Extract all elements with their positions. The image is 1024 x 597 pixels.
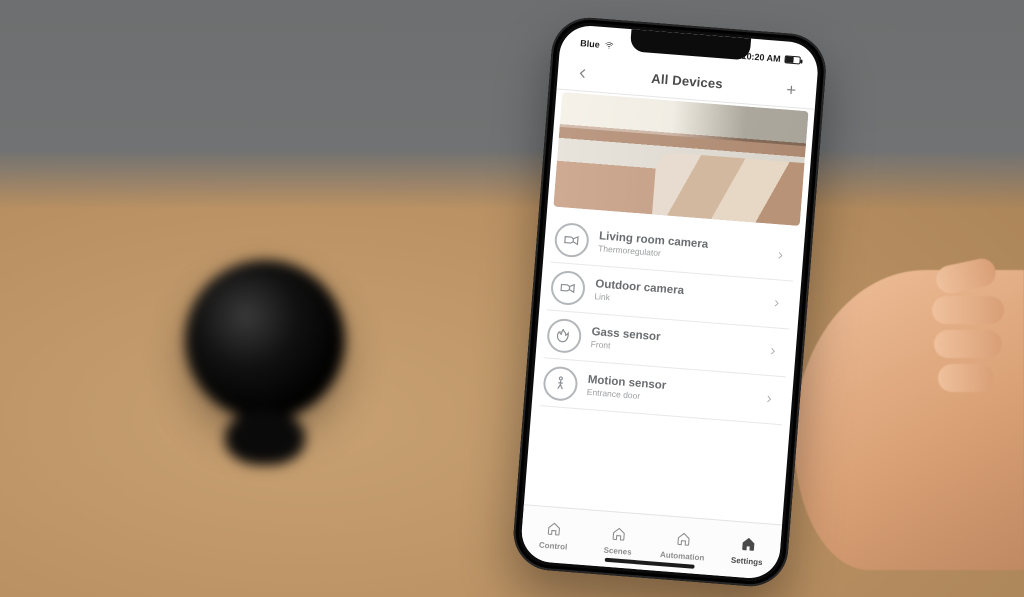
page-title: All Devices: [651, 71, 724, 92]
plus-icon: [784, 82, 799, 97]
camera-icon: [550, 269, 587, 306]
house-icon: [738, 535, 757, 554]
desk-camera-prop: [185, 260, 375, 480]
tab-label: Control: [539, 540, 568, 551]
house-icon: [674, 530, 693, 549]
chevron-right-icon: [763, 390, 780, 409]
device-labels: Living room camera Thermoregulator: [598, 230, 766, 266]
camera-icon: [554, 221, 591, 258]
carrier-label: Blue: [580, 38, 600, 50]
chevron-left-icon: [575, 65, 590, 80]
battery-icon: [784, 55, 801, 64]
chevron-right-icon: [774, 247, 791, 266]
house-icon: [545, 519, 564, 538]
tab-label: Automation: [660, 550, 705, 562]
photo-background: [0, 0, 1024, 597]
phone-screen: Blue 10:20 AM All Devices: [520, 24, 820, 581]
motion-icon: [542, 365, 579, 402]
chevron-right-icon: [767, 342, 784, 361]
back-button[interactable]: [571, 61, 595, 85]
device-list: Living room camera Thermoregulator Outdo…: [532, 214, 805, 426]
tab-label: Scenes: [603, 545, 632, 556]
tab-settings[interactable]: Settings: [713, 520, 782, 580]
device-labels: Gass sensor Front: [590, 326, 758, 362]
add-device-button[interactable]: [779, 78, 803, 102]
house-icon: [609, 525, 628, 544]
tab-control[interactable]: Control: [520, 505, 589, 565]
tab-label: Settings: [731, 555, 763, 566]
device-labels: Outdoor camera Link: [594, 278, 762, 314]
wifi-icon: [603, 40, 614, 51]
chevron-right-icon: [771, 295, 788, 314]
camera-preview[interactable]: [553, 92, 808, 226]
smartphone: Blue 10:20 AM All Devices: [511, 15, 829, 589]
device-labels: Motion sensor Entrance door: [587, 374, 755, 410]
flame-icon: [546, 317, 583, 354]
